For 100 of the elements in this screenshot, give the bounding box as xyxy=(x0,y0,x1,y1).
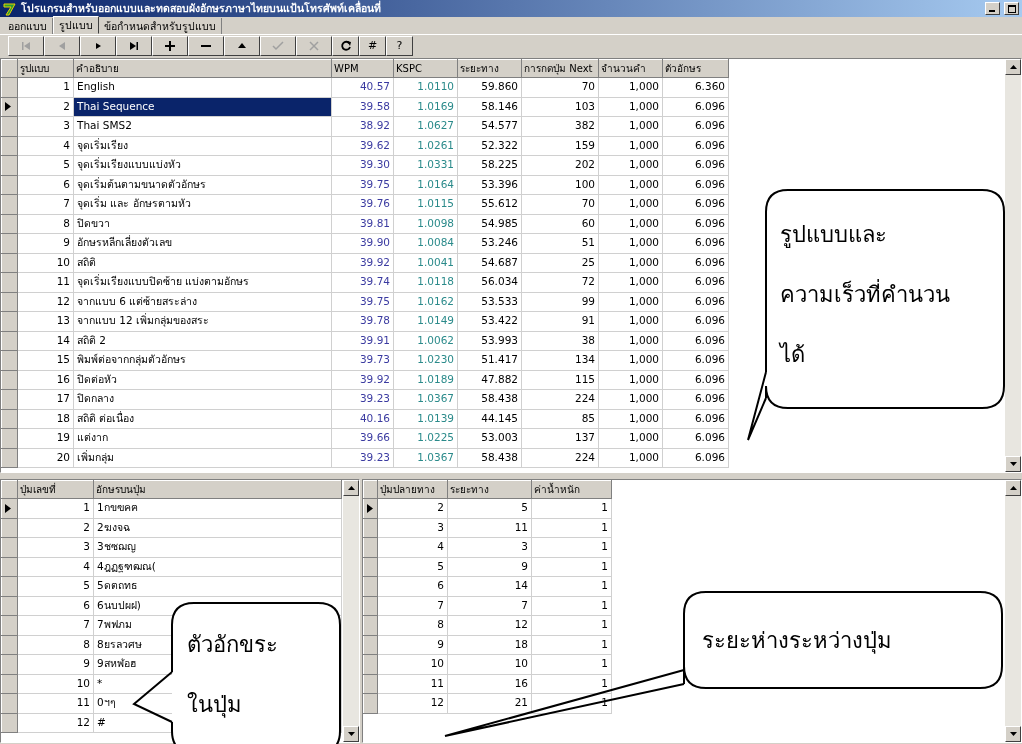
column-header[interactable]: ระยะทาง xyxy=(457,59,522,78)
plus-icon xyxy=(164,40,176,52)
column-header[interactable]: ปุ่มปลายทาง xyxy=(377,480,448,499)
column-header[interactable]: อักษรบนปุ่ม xyxy=(93,480,342,499)
table-cell: 54.985 xyxy=(457,214,522,234)
table-cell: 1.0115 xyxy=(393,194,458,214)
toolbar-button[interactable] xyxy=(80,36,116,56)
table-cell: 39.58 xyxy=(331,97,394,117)
table-cell: 1,000 xyxy=(598,311,663,331)
column-header[interactable]: ระยะทาง xyxy=(447,480,532,499)
table-cell: 1.0110 xyxy=(393,77,458,97)
table-cell: 12 xyxy=(447,615,532,635)
toolbar-button[interactable] xyxy=(152,36,188,56)
tab[interactable]: รูปแบบ xyxy=(53,16,99,34)
table-cell: 1.0367 xyxy=(393,448,458,468)
row-pointer-icon xyxy=(4,102,12,112)
table-cell: จุดเริ่มเรียง xyxy=(73,136,332,156)
table-cell: 1,000 xyxy=(598,428,663,448)
scrollbar[interactable] xyxy=(1005,480,1021,742)
column-header[interactable]: ปุ่มเลขที่ xyxy=(17,480,94,499)
table-cell: 16 xyxy=(447,674,532,694)
column-header[interactable]: KSPC xyxy=(393,59,458,78)
table-cell: 4ฎฏฐฑฒณ( xyxy=(93,557,342,577)
toolbar-button[interactable] xyxy=(332,36,359,56)
table-cell: 53.533 xyxy=(457,292,522,312)
table-cell: 70 xyxy=(521,194,599,214)
table-cell: 1.0169 xyxy=(393,97,458,117)
scrollbar[interactable] xyxy=(343,480,359,742)
table-cell: อักษรหลีกเลี่ยงตัวเลข xyxy=(73,233,332,253)
table-cell: 1.0189 xyxy=(393,370,458,390)
table-cell: 39.23 xyxy=(331,448,394,468)
table-cell: 1.0139 xyxy=(393,409,458,429)
table-cell: สถิติ 2 xyxy=(73,331,332,351)
app-icon xyxy=(3,1,17,16)
table-cell: 15 xyxy=(17,350,74,370)
table-cell: 11 xyxy=(17,693,94,713)
table-cell: 39.75 xyxy=(331,175,394,195)
column-header[interactable]: จำนวนคำ xyxy=(598,59,663,78)
table-cell: 100 xyxy=(521,175,599,195)
table-cell: 3 xyxy=(377,518,448,538)
callout-text: ระยะห่างระหว่างปุ่ม xyxy=(702,627,892,656)
refresh-icon xyxy=(339,40,352,52)
column-header[interactable]: รูปแบบ xyxy=(17,59,74,78)
table-cell: 39.74 xyxy=(331,272,394,292)
table-cell: 6 xyxy=(17,175,74,195)
column-header[interactable]: ค่าน้ำหนัก xyxy=(531,480,612,499)
column-header[interactable]: คำอธิบาย xyxy=(73,59,332,78)
table-cell: 1,000 xyxy=(598,272,663,292)
table-cell: 2ฆงจฉ xyxy=(93,518,342,538)
toolbar-button[interactable] xyxy=(224,36,260,56)
table-cell: 58.146 xyxy=(457,97,522,117)
table-cell: จุดเริ่มเรียงแบบแบ่งหัว xyxy=(73,155,332,175)
table-cell: แต่งาก xyxy=(73,428,332,448)
row-selector[interactable] xyxy=(1,498,18,518)
table-cell: 59.860 xyxy=(457,77,522,97)
table-cell: 39.92 xyxy=(331,370,394,390)
table-cell: 1 xyxy=(531,576,612,596)
toolbar-button[interactable] xyxy=(116,36,152,56)
table-cell: 39.62 xyxy=(331,136,394,156)
row-selector[interactable] xyxy=(363,498,378,518)
table-cell: 5 xyxy=(377,557,448,577)
table-cell: 85 xyxy=(521,409,599,429)
table-cell: 5 xyxy=(17,576,94,596)
table-cell: 224 xyxy=(521,448,599,468)
table-cell: 39.90 xyxy=(331,233,394,253)
table-cell: 6.096 xyxy=(662,136,729,156)
minimize-button[interactable] xyxy=(985,2,1000,15)
table-cell: 21 xyxy=(447,693,532,713)
table-cell: 14 xyxy=(17,331,74,351)
table-cell: 6.096 xyxy=(662,214,729,234)
table-cell: 1,000 xyxy=(598,77,663,97)
row-selector[interactable] xyxy=(1,97,18,117)
table-cell: 19 xyxy=(17,428,74,448)
table-cell: เพิ่มกลุ่ม xyxy=(73,448,332,468)
scroll-up-icon xyxy=(1009,486,1017,490)
column-header[interactable]: การกดปุ่ม Next xyxy=(521,59,599,78)
table-cell: 1กขฃคฅ xyxy=(93,498,342,518)
table-cell: 58.225 xyxy=(457,155,522,175)
table-cell: 134 xyxy=(521,350,599,370)
row-pointer-icon xyxy=(366,503,374,513)
column-header[interactable]: ตัวอักษร xyxy=(662,59,729,78)
toolbar-button[interactable]: # xyxy=(359,36,386,56)
column-header[interactable]: WPM xyxy=(331,59,394,78)
table-cell: 1 xyxy=(17,498,94,518)
table-cell: 39.81 xyxy=(331,214,394,234)
row-pointer-icon xyxy=(4,503,12,513)
table-cell: 39.91 xyxy=(331,331,394,351)
table-cell: 1.0367 xyxy=(393,389,458,409)
toolbar-button[interactable] xyxy=(188,36,224,56)
table-cell: 1,000 xyxy=(598,194,663,214)
maximize-button[interactable] xyxy=(1004,2,1019,15)
scrollbar[interactable] xyxy=(1005,59,1021,472)
table-cell: 20 xyxy=(17,448,74,468)
table-cell: 16 xyxy=(17,370,74,390)
table-cell: 10 xyxy=(17,674,94,694)
table-cell: 5ดตถทธ xyxy=(93,576,342,596)
cross-icon xyxy=(308,40,320,52)
table-cell: 1,000 xyxy=(598,97,663,117)
table-cell: 4 xyxy=(17,136,74,156)
toolbar-button[interactable]: ? xyxy=(386,36,413,56)
